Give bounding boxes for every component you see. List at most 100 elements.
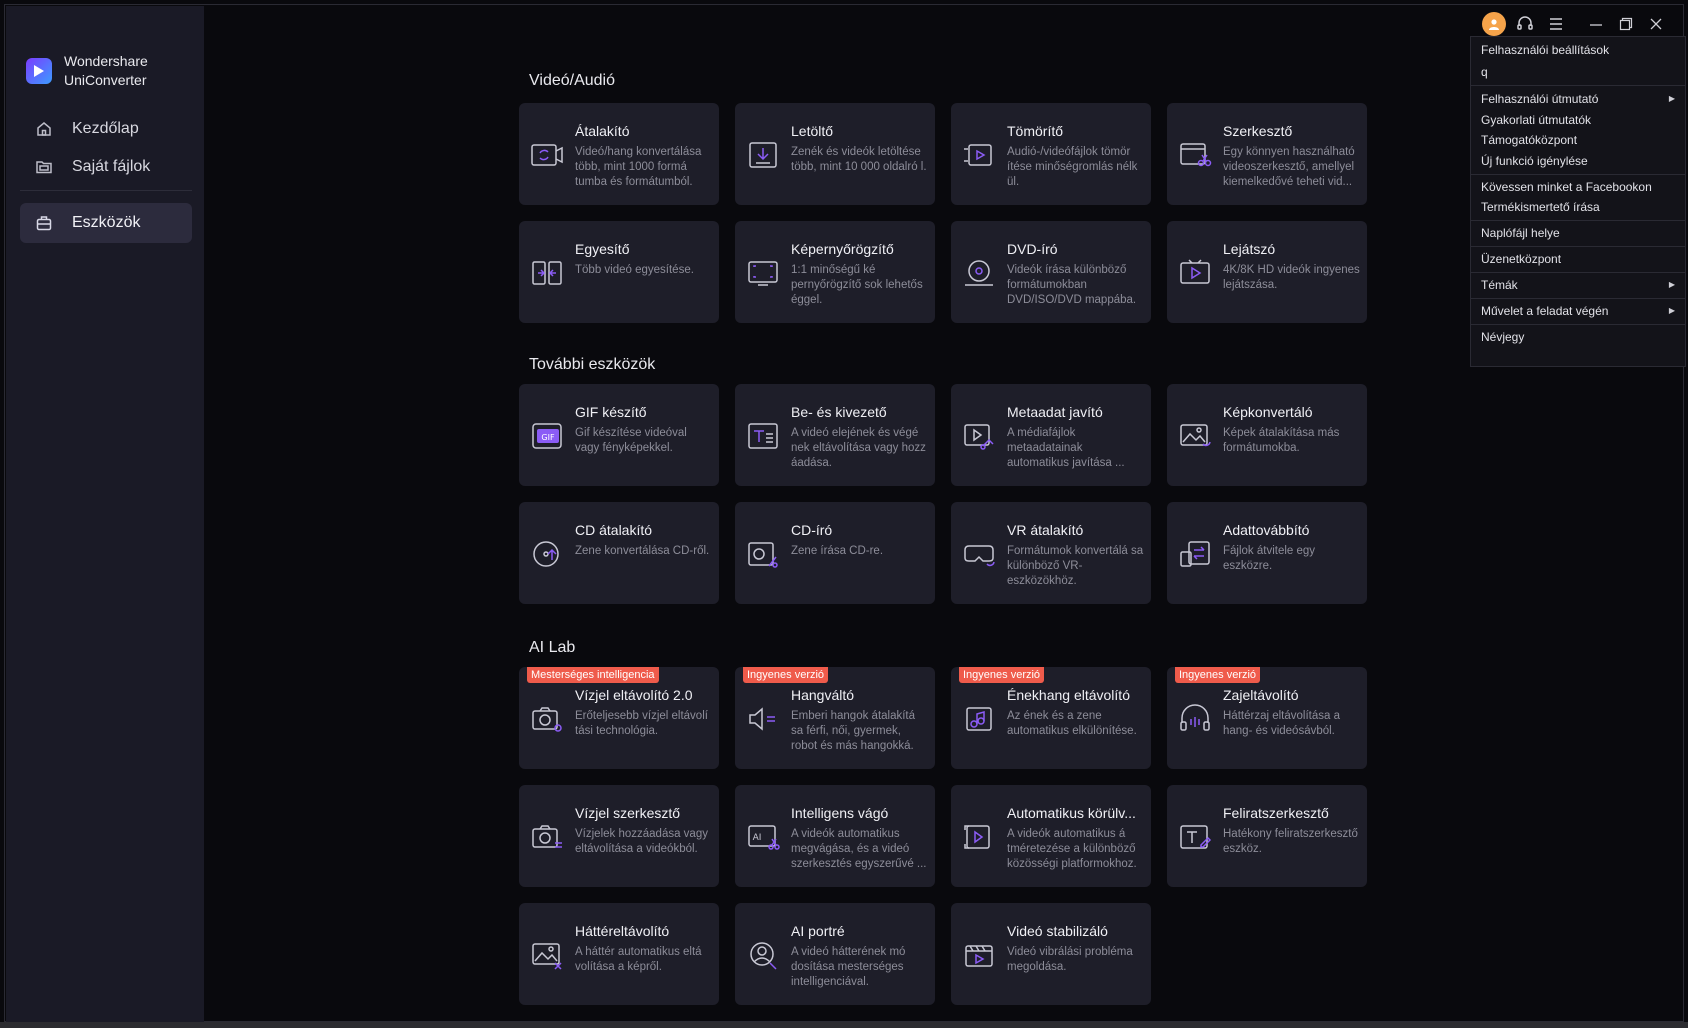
tool-card-cd-converter[interactable]: CD átalakító Zene konvertálása CD-ről. [519, 502, 719, 604]
tool-card-transfer[interactable]: Adattovábbító Fájlok átvitele egy eszköz… [1167, 502, 1367, 604]
menu-item-after-task[interactable]: Művelet a feladat végén ▶ [1471, 300, 1685, 322]
user-avatar[interactable] [1482, 12, 1506, 36]
tool-card-watermark-remover[interactable]: Mesterséges intelligencia Vízjel eltávol… [519, 667, 719, 769]
main-menu-dropdown: Felhasználói beállítások q Felhasználói … [1470, 36, 1686, 367]
nav-item-home[interactable]: Kezdőlap [20, 109, 192, 149]
tool-card-dvd-burner[interactable]: DVD-író Videók írása különböző formátumo… [951, 221, 1151, 323]
tool-card-compressor[interactable]: Tömörítő Audió-/videófájlok tömör ítése … [951, 103, 1151, 205]
tool-card-screen-recorder[interactable]: Képernyőrögzítő 1:1 minőségű ké pernyőrö… [735, 221, 935, 323]
svg-text:GIF: GIF [541, 433, 555, 442]
metadata-icon [964, 424, 994, 450]
menu-item-q[interactable]: q [1471, 61, 1685, 83]
menu-item-themes[interactable]: Témák ▶ [1471, 274, 1685, 296]
close-icon[interactable] [1642, 10, 1670, 38]
card-description: A videó elejének és végé nek eltávolítás… [791, 427, 926, 469]
tool-card-voice-changer[interactable]: Ingyenes verzió Hangváltó Emberi hangok … [735, 667, 935, 769]
card-description: Gif készítése videóval vagy fényképekkel… [575, 427, 687, 454]
tool-card-gif-maker[interactable]: GIF GIF készítő Gif készítése videóval v… [519, 384, 719, 486]
tool-card-auto-reframe[interactable]: Automatikus körülv... A videók automatik… [951, 785, 1151, 887]
tool-card-vr-converter[interactable]: VR átalakító Formátumok konvertálá sa kü… [951, 502, 1151, 604]
card-description: A videó hátterének mó dosítása mesterség… [791, 946, 906, 988]
menu-item-tutorials[interactable]: Gyakorlati útmutatók [1471, 109, 1685, 131]
menu-item-about[interactable]: Névjegy [1471, 326, 1685, 348]
menu-item-user-settings[interactable]: Felhasználói beállítások [1471, 39, 1685, 61]
card-title: Tömörítő [1007, 123, 1064, 139]
nav-item-tools[interactable]: Eszközök [20, 203, 192, 243]
tool-card-noise-remover[interactable]: Ingyenes verzió Zajeltávolító Háttérzaj … [1167, 667, 1367, 769]
vr-headset-icon [964, 545, 995, 567]
menu-divider [1471, 85, 1685, 86]
card-title: CD átalakító [575, 522, 653, 538]
card-title: Zajeltávolító [1223, 687, 1299, 703]
nav-item-my-files[interactable]: Saját fájlok [20, 147, 192, 187]
card-description: Az ének és a zene automatikus elkülöníté… [1007, 710, 1137, 737]
tool-card-ai-portrait[interactable]: AI portré A videó hátterének mó dosítása… [735, 903, 935, 1005]
card-description: Erőteljesebb vízjel eltávolí tási techno… [575, 710, 708, 737]
compressor-icon [964, 144, 992, 166]
watermark-editor-icon [532, 825, 562, 848]
minimize-icon[interactable] [1582, 10, 1610, 38]
card-title: Automatikus körülv... [1007, 805, 1136, 821]
tool-card-metadata[interactable]: Metaadat javító A médiafájlok metaadatai… [951, 384, 1151, 486]
card-description: Egy könnyen használható videoszerkesztő,… [1223, 146, 1355, 188]
card-description: Emberi hangok átalakítá sa férfi, női, g… [791, 710, 916, 752]
restore-icon[interactable] [1612, 10, 1640, 38]
tool-card-subtitle-editor[interactable]: Feliratszerkesztő Hatékony feliratszerke… [1167, 785, 1367, 887]
tool-card-watermark-editor[interactable]: Vízjel szerkesztő Vízjelek hozzáadása va… [519, 785, 719, 887]
card-title: Vízjel eltávolító 2.0 [575, 687, 693, 703]
intro-outro-icon [748, 423, 778, 449]
folder-icon [34, 157, 54, 177]
gif-icon: GIF [532, 423, 562, 449]
toolbox-icon [34, 213, 54, 233]
watermark-remover-icon [532, 707, 562, 732]
tool-card-converter[interactable]: Átalakító Videó/hang konvertálása több, … [519, 103, 719, 205]
tool-card-intro-outro[interactable]: Be- és kivezető A videó elejének és végé… [735, 384, 935, 486]
merger-icon [532, 261, 562, 285]
nav-label-my-files: Saját fájlok [72, 158, 151, 175]
cd-burner-icon [748, 542, 778, 568]
vocal-remover-icon [966, 707, 992, 731]
tool-card-merger[interactable]: Egyesítő Több videó egyesítése. [519, 221, 719, 323]
tool-card-vocal-remover[interactable]: Ingyenes verzió Énekhang eltávolító Az é… [951, 667, 1151, 769]
tool-card-stabilizer[interactable]: Videó stabilizáló Videó vibrálási problé… [951, 903, 1151, 1005]
card-description: Videó/hang konvertálása több, mint 1000 … [575, 146, 702, 188]
stabilizer-icon [965, 945, 993, 967]
menu-item-log-location[interactable]: Naplófájl helye [1471, 222, 1685, 244]
card-title: Szerkesztő [1223, 123, 1293, 139]
app-window: Wondershare UniConverter Kezdőlap Saját … [0, 0, 1688, 1028]
card-title: AI portré [791, 923, 845, 939]
card-title: Lejátszó [1223, 241, 1276, 257]
menu-item-facebook[interactable]: Kövessen minket a Facebookon [1471, 176, 1685, 198]
tool-card-smart-trimmer[interactable]: AI Intelligens vágó A videók automatikus… [735, 785, 935, 887]
menu-hamburger-icon[interactable] [1542, 10, 1570, 38]
card-title: CD-író [791, 522, 833, 538]
card-title: Hangváltó [791, 687, 855, 703]
brand-name: Wondershare UniConverter [64, 52, 148, 90]
menu-divider [1471, 246, 1685, 247]
card-description: 4K/8K HD videók ingyenes lejátszása. [1223, 264, 1360, 291]
card-description: Vízjelek hozzáadása vagy eltávolítása a … [575, 828, 708, 855]
menu-item-message-center[interactable]: Üzenetközpont [1471, 248, 1685, 270]
tool-card-player[interactable]: Lejátszó 4K/8K HD videók ingyenes lejáts… [1167, 221, 1367, 323]
sidebar-divider [20, 190, 192, 191]
card-title: Feliratszerkesztő [1223, 805, 1329, 821]
tool-card-editor[interactable]: Szerkesztő Egy könnyen használható video… [1167, 103, 1367, 205]
tool-card-cd-burner[interactable]: CD-író Zene írása CD-re. [735, 502, 935, 604]
card-description: Videók írása különböző formátumokban DVD… [1007, 264, 1137, 306]
section-title-more-tools: További eszközök [529, 356, 656, 373]
home-icon [34, 119, 54, 139]
free-version-badge: Ingyenes verzió [1175, 667, 1261, 683]
card-description: Zene konvertálása CD-ről. [575, 545, 710, 557]
card-title: GIF készítő [575, 404, 647, 420]
card-title: Énekhang eltávolító [1007, 687, 1130, 703]
support-headset-icon[interactable] [1511, 10, 1539, 38]
card-title: Háttéreltávolító [575, 923, 670, 939]
tool-card-bg-remover[interactable]: Háttéreltávolító A háttér automatikus el… [519, 903, 719, 1005]
menu-item-user-guide[interactable]: Felhasználói útmutató ▶ [1471, 88, 1685, 110]
tool-card-image-converter[interactable]: Képkonvertáló Képek átalakítása más form… [1167, 384, 1367, 486]
menu-item-support[interactable]: Támogatóközpont [1471, 129, 1685, 151]
menu-item-review[interactable]: Termékismertető írása [1471, 196, 1685, 218]
menu-item-feature-request[interactable]: Új funkció igénylése [1471, 150, 1685, 172]
tool-card-downloader[interactable]: Letöltő Zenék és videók letöltése több, … [735, 103, 935, 205]
brand-line2: UniConverter [64, 72, 147, 88]
